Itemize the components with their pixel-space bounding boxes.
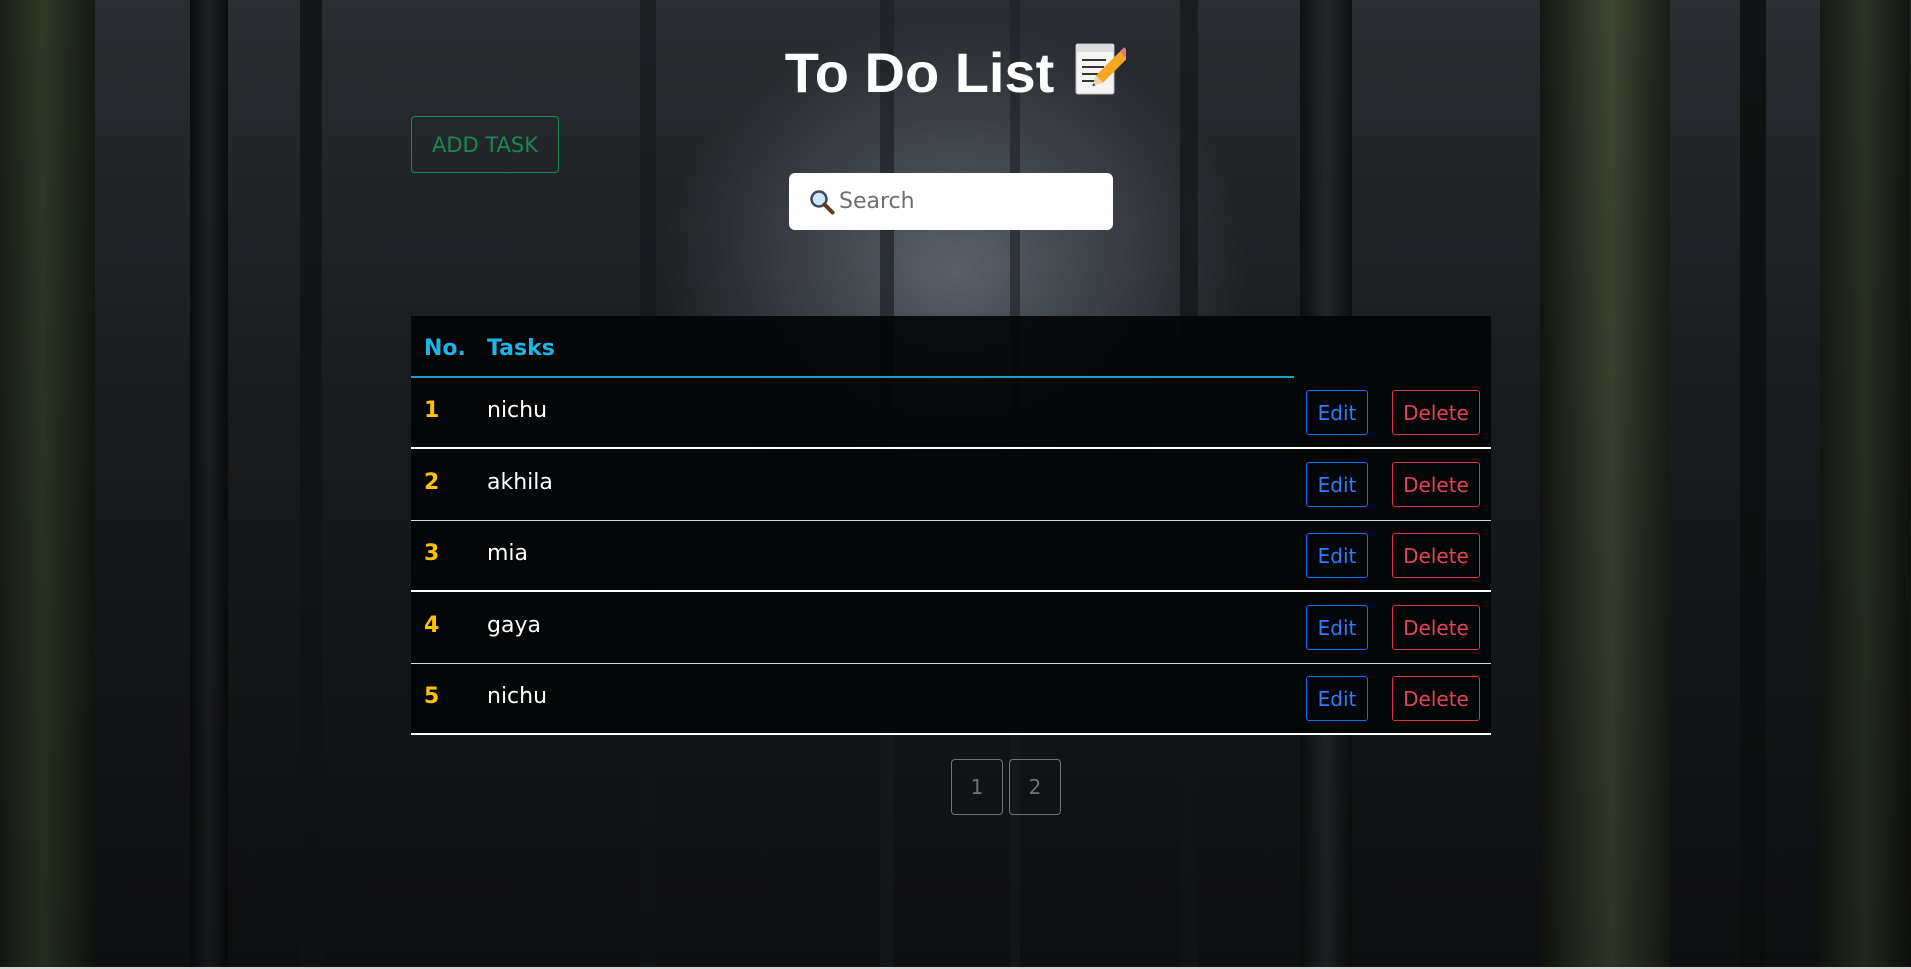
task-name: nichu (487, 684, 548, 709)
task-number: 2 (424, 470, 440, 495)
todo-app: To Do List ADD TASK Search No. Tasks 1 n… (0, 0, 1911, 969)
task-number: 5 (424, 684, 440, 709)
task-number: 1 (424, 398, 440, 423)
task-number: 3 (424, 541, 440, 566)
page-title: To Do List (0, 38, 1911, 108)
task-name: akhila (487, 470, 553, 495)
delete-button[interactable]: Delete (1392, 605, 1480, 650)
task-number: 4 (424, 613, 440, 638)
search-box[interactable] (789, 173, 1113, 230)
page-button-2[interactable]: 2 (1009, 759, 1061, 815)
task-name: mia (487, 541, 529, 566)
delete-button[interactable]: Delete (1392, 462, 1480, 507)
edit-button[interactable]: Edit (1306, 533, 1368, 578)
table-row: 1 nichu Edit Delete (411, 378, 1491, 449)
search-icon (809, 189, 835, 215)
edit-button[interactable]: Edit (1306, 462, 1368, 507)
delete-button[interactable]: Delete (1392, 533, 1480, 578)
column-header-number: No. (424, 336, 466, 361)
edit-button[interactable]: Edit (1306, 390, 1368, 435)
edit-button[interactable]: Edit (1306, 605, 1368, 650)
title-text: To Do List (784, 41, 1055, 104)
table-row: 5 nichu Edit Delete (411, 664, 1491, 735)
delete-button[interactable]: Delete (1392, 676, 1480, 721)
edit-button[interactable]: Edit (1306, 676, 1368, 721)
page-button-1[interactable]: 1 (951, 759, 1003, 815)
table-row: 4 gaya Edit Delete (411, 593, 1491, 664)
memo-icon (1072, 40, 1132, 100)
pagination: 1 2 (951, 759, 1061, 815)
table-header: No. Tasks (411, 316, 1491, 378)
search-input[interactable] (839, 181, 1099, 222)
add-task-button[interactable]: ADD TASK (411, 116, 559, 173)
table-row: 3 mia Edit Delete (411, 521, 1491, 592)
table-row: 2 akhila Edit Delete (411, 450, 1491, 521)
task-name: nichu (487, 398, 548, 423)
delete-button[interactable]: Delete (1392, 390, 1480, 435)
task-name: gaya (487, 613, 541, 638)
column-header-tasks: Tasks (487, 336, 555, 361)
task-table: No. Tasks 1 nichu Edit Delete 2 akhila E… (411, 316, 1491, 735)
